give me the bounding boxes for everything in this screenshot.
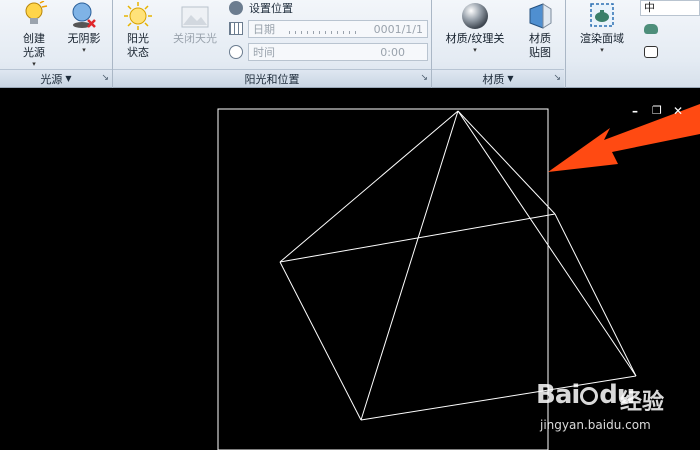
globe-icon: [229, 1, 243, 15]
light-panel-title[interactable]: 光源 ▼ ↘: [0, 69, 112, 87]
chevron-down-icon: ▾: [473, 46, 477, 54]
ribbon: 创建 光源 ▾ 无阴影 ▾ 光源 ▼ ↘ 阳光 状态 关闭天光 设置位置 日期 …: [0, 0, 700, 88]
watermark-brand: 经验: [620, 390, 665, 415]
material-map-icon: [524, 0, 556, 32]
no-shadow-button[interactable]: 无阴影 ▾: [62, 0, 106, 54]
render-region-label: 渲染面域: [580, 32, 624, 45]
chevron-down-icon: ▼: [507, 74, 514, 83]
watermark-logo-text: Bai: [536, 380, 580, 410]
viewport-frame: [217, 108, 549, 450]
no-shadow-label: 无阴影: [67, 32, 101, 45]
clock-icon: [229, 45, 243, 59]
paw-icon: [580, 386, 599, 405]
render-teapot-icon: [586, 0, 618, 32]
render-region-button[interactable]: 渲染面域 ▾: [572, 0, 632, 54]
sun-panel-title-text: 阳光和位置: [244, 72, 300, 86]
viewport-restore-button[interactable]: ❐: [652, 104, 662, 117]
render-teapot-icon[interactable]: [644, 24, 658, 34]
material-panel-title[interactable]: 材质 ▼ ↘: [432, 69, 564, 87]
render-quality-select[interactable]: 中: [640, 0, 700, 16]
panel-divider: [565, 0, 566, 88]
time-value: 0:00: [380, 45, 405, 59]
material-panel-title-text: 材质: [482, 72, 505, 86]
viewport-top-gap: [0, 88, 700, 96]
no-shadow-icon: [68, 0, 100, 32]
sun-panel-title: 阳光和位置 ↘: [113, 69, 431, 87]
sphere-icon: [459, 0, 491, 32]
lightbulb-icon: [18, 0, 50, 32]
date-value: 0001/1/1: [373, 22, 423, 36]
sky-off-button[interactable]: 关闭天光: [168, 0, 222, 46]
sun-icon: [122, 0, 154, 32]
date-slider[interactable]: 日期 0001/1/1: [248, 20, 428, 38]
render-teapot-icon[interactable]: [644, 46, 658, 58]
create-light-button[interactable]: 创建 光源 ▾: [14, 0, 54, 68]
materials-textures-label: 材质/纹理关: [445, 32, 505, 45]
sun-status-button[interactable]: 阳光 状态: [118, 0, 158, 60]
baidu-watermark: Bai du 经验 jingyan.baidu.com: [536, 380, 696, 440]
date-slider-ticks: [289, 31, 357, 34]
viewport-close-button[interactable]: ✕: [673, 104, 683, 118]
time-slider[interactable]: 时间 0:00: [248, 43, 428, 61]
material-mapping-label: 材质 贴图: [529, 32, 551, 59]
set-location-label: 设置位置: [249, 2, 293, 15]
sky-icon: [179, 0, 211, 32]
chevron-down-icon: ▾: [82, 46, 86, 54]
chevron-down-icon: ▼: [65, 74, 72, 83]
chevron-down-icon: ▾: [600, 46, 604, 54]
chevron-down-icon: ▾: [32, 60, 36, 68]
watermark-url: jingyan.baidu.com: [540, 418, 651, 432]
launcher-icon[interactable]: ↘: [101, 73, 109, 83]
set-location-button[interactable]: 设置位置: [229, 0, 293, 16]
sky-off-label: 关闭天光: [173, 32, 217, 45]
sun-status-label: 阳光 状态: [127, 32, 149, 59]
launcher-icon[interactable]: ↘: [553, 73, 561, 83]
launcher-icon[interactable]: ↘: [420, 73, 428, 83]
viewport-minimize-button[interactable]: –: [632, 104, 638, 118]
light-panel-title-text: 光源: [40, 72, 63, 86]
calendar-icon: [229, 22, 243, 35]
materials-textures-button[interactable]: 材质/纹理关 ▾: [440, 0, 510, 54]
date-label: 日期: [253, 23, 275, 36]
time-label: 时间: [253, 46, 275, 59]
create-light-label: 创建 光源: [23, 32, 45, 59]
material-mapping-button[interactable]: 材质 贴图: [520, 0, 560, 60]
